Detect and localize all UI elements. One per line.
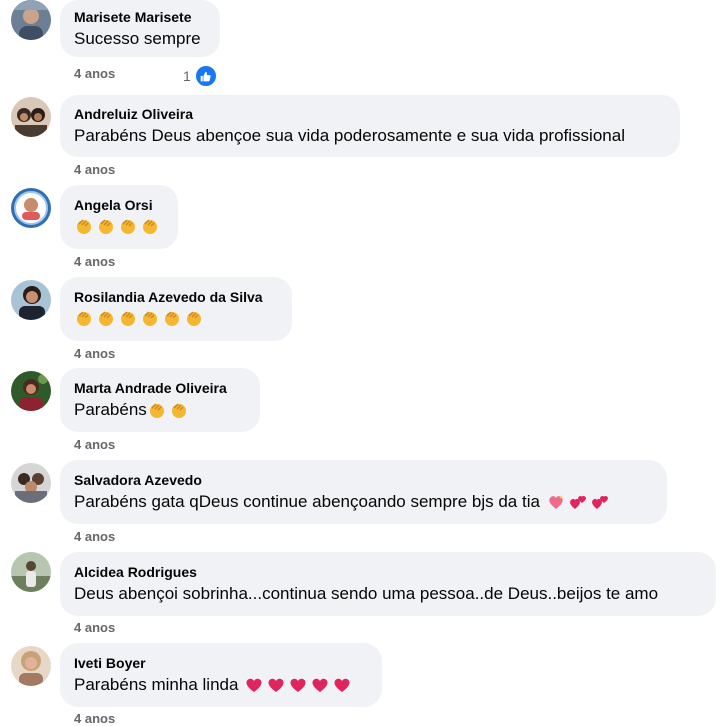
comment-time[interactable]: 4 anos: [74, 346, 115, 361]
comment-time[interactable]: 4 anos: [74, 437, 115, 452]
comment-author[interactable]: Rosilandia Azevedo da Silva: [74, 288, 278, 306]
clapping-hands-icon: [165, 311, 179, 326]
avatar[interactable]: [11, 646, 51, 686]
clapping-hands-icon: [99, 311, 113, 326]
comment-text: Parabéns Deus abençoe sua vida poderosam…: [74, 126, 625, 145]
two-hearts-icon: [569, 495, 586, 509]
clapping-hands-icon: [187, 311, 201, 326]
comment-bubble: Marta Andrade Oliveira Parabéns: [60, 368, 260, 432]
avatar[interactable]: [11, 552, 51, 592]
avatar[interactable]: [11, 463, 51, 503]
avatar[interactable]: [11, 371, 51, 411]
comment-author[interactable]: Salvadora Azevedo: [74, 471, 653, 489]
comment-author[interactable]: Marta Andrade Oliveira: [74, 379, 246, 397]
red-heart-icon: [312, 678, 328, 692]
red-heart-icon: [268, 678, 284, 692]
comment-text: Deus abençoi sobrinha...continua sendo u…: [74, 584, 659, 603]
comment-bubble: Salvadora Azevedo Parabéns gata qDeus co…: [60, 460, 667, 524]
clapping-hands-icon: [121, 219, 135, 234]
comment-time[interactable]: 4 anos: [74, 620, 115, 635]
clapping-hands-icon: [143, 219, 157, 234]
red-heart-icon: [246, 678, 262, 692]
avatar[interactable]: [11, 280, 51, 320]
comment-author[interactable]: Andreluiz Oliveira: [74, 105, 666, 123]
sparkling-heart-icon: [549, 495, 564, 509]
comment-author[interactable]: Marisete Marisete: [74, 8, 206, 26]
avatar[interactable]: [11, 0, 51, 40]
comment-bubble: Andreluiz Oliveira Parabéns Deus abençoe…: [60, 95, 680, 157]
comment-text: Parabéns gata qDeus continue abençoando …: [74, 491, 653, 513]
clapping-hands-icon: [149, 403, 164, 418]
like-count: 1: [183, 68, 191, 84]
comment-bubble: Angela Orsi: [60, 185, 178, 249]
comment-text: [74, 216, 164, 236]
comment-author[interactable]: Alcidea Rodrigues: [74, 563, 702, 581]
clapping-hands-icon: [171, 403, 186, 418]
comment-author[interactable]: Iveti Boyer: [74, 654, 368, 672]
comment-text: Parabéns: [74, 399, 246, 421]
red-heart-icon: [334, 678, 350, 692]
comment-text: Parabéns minha linda: [74, 674, 368, 696]
clapping-hands-icon: [77, 219, 91, 234]
clapping-hands-icon: [143, 311, 157, 326]
avatar[interactable]: [11, 188, 51, 228]
red-heart-icon: [290, 678, 306, 692]
comment-time[interactable]: 4 anos: [74, 254, 115, 269]
reaction-count[interactable]: 1: [183, 64, 218, 88]
avatar[interactable]: [11, 97, 51, 137]
comment-time[interactable]: 4 anos: [74, 711, 115, 726]
comment-bubble: Iveti Boyer Parabéns minha linda: [60, 643, 382, 707]
comment-time[interactable]: 4 anos: [74, 529, 115, 544]
like-icon: [193, 64, 218, 88]
comment-time[interactable]: 4 anos: [74, 162, 115, 177]
comment-author[interactable]: Angela Orsi: [74, 196, 164, 214]
comment-text: Sucesso sempre: [74, 29, 201, 48]
comment-bubble: Marisete Marisete Sucesso sempre: [60, 0, 220, 57]
comment-time[interactable]: 4 anos: [74, 66, 115, 81]
clapping-hands-icon: [99, 219, 113, 234]
clapping-hands-icon: [121, 311, 135, 326]
comment-bubble: Rosilandia Azevedo da Silva: [60, 277, 292, 341]
comment-bubble: Alcidea Rodrigues Deus abençoi sobrinha.…: [60, 552, 716, 616]
clapping-hands-icon: [77, 311, 91, 326]
two-hearts-icon: [591, 495, 608, 509]
comment-text: [74, 308, 278, 328]
